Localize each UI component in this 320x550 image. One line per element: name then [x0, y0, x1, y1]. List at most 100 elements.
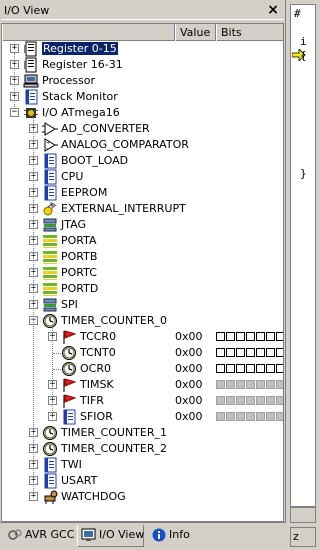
bit-checkbox[interactable]	[246, 364, 255, 373]
tab-label: AVR GCC	[25, 528, 75, 541]
tree-item-label[interactable]: PORTC	[61, 266, 97, 279]
bit-checkbox[interactable]	[236, 332, 245, 341]
tree-row[interactable]: + AD_CONVERTER	[2, 121, 283, 137]
bit-checkbox[interactable]	[256, 332, 265, 341]
tree-item-label[interactable]: USART	[61, 474, 97, 487]
tree-row[interactable]: + TIMER_COUNTER_1	[2, 425, 283, 441]
tree-row[interactable]: + TIFR 0x00	[2, 393, 283, 409]
tree-row[interactable]: + PORTB	[2, 249, 283, 265]
tree-item-label[interactable]: WATCHDOG	[61, 490, 126, 503]
tree-row[interactable]: + PORTC	[2, 265, 283, 281]
bit-checkbox[interactable]	[216, 364, 225, 373]
tree-item-label[interactable]: TIFR	[80, 394, 104, 407]
tree-item-label[interactable]: SPI	[61, 298, 78, 311]
horizontal-scrollbar[interactable]	[290, 507, 316, 523]
bit-checkbox[interactable]	[216, 348, 225, 357]
tree-item-label[interactable]: I/O ATmega16	[42, 106, 120, 119]
register-value[interactable]: 0x00	[175, 330, 203, 343]
bit-checkbox[interactable]	[266, 332, 275, 341]
bit-checkbox[interactable]	[226, 332, 235, 341]
bit-checkbox[interactable]	[266, 364, 275, 373]
io-tree[interactable]: Value Bits + Register 0-15 + Register 16-31…	[1, 23, 284, 522]
tree-item-label[interactable]: TIMER_COUNTER_1	[61, 426, 167, 439]
tree-row[interactable]: + Register 16-31	[2, 57, 283, 73]
tree-item-label[interactable]: Register 0-15	[42, 42, 118, 55]
tree-item-label[interactable]: Processor	[42, 74, 95, 87]
bit-checkbox	[216, 380, 225, 389]
bit-checkbox[interactable]	[256, 348, 265, 357]
editor-file-tab[interactable]: z	[290, 527, 316, 547]
tree-row[interactable]: + Stack Monitor	[2, 89, 283, 105]
tree-row[interactable]: − TIMER_COUNTER_0	[2, 313, 283, 329]
source-editor[interactable]: # i { }	[290, 4, 316, 507]
collapse-icon[interactable]: −	[10, 108, 19, 117]
bit-checkbox[interactable]	[276, 348, 283, 357]
tree-row[interactable]: + USART	[2, 473, 283, 489]
tree-row[interactable]: + TIMER_COUNTER_2	[2, 441, 283, 457]
tree-item-label[interactable]: Register 16-31	[42, 58, 123, 71]
bit-checkbox[interactable]	[226, 348, 235, 357]
tree-row[interactable]: + EXTERNAL_INTERRUPT	[2, 201, 283, 217]
tree-row[interactable]: + EEPROM	[2, 185, 283, 201]
tree-row[interactable]: OCR0 0x00	[2, 361, 283, 377]
column-name[interactable]	[2, 24, 175, 41]
tree-item-label[interactable]: TIMSK	[80, 378, 114, 391]
tree-row[interactable]: + PORTA	[2, 233, 283, 249]
tree-row[interactable]: + WATCHDOG	[2, 489, 283, 505]
bit-checkbox[interactable]	[216, 332, 225, 341]
tree-item-label[interactable]: SFIOR	[80, 410, 113, 423]
expand-icon[interactable]: +	[10, 44, 19, 53]
register-value[interactable]: 0x00	[175, 362, 203, 375]
tree-row[interactable]: + SPI	[2, 297, 283, 313]
bit-checkbox[interactable]	[236, 348, 245, 357]
tree-item-label[interactable]: TIMER_COUNTER_0	[61, 314, 167, 327]
tree-item-label[interactable]: TWI	[61, 458, 82, 471]
tab-avr-gcc[interactable]: AVR GCC	[4, 525, 76, 547]
bit-checkbox[interactable]	[276, 364, 283, 373]
bit-checkbox[interactable]	[236, 364, 245, 373]
tab-io-view[interactable]: I/O View	[77, 525, 144, 547]
tree-row[interactable]: + CPU	[2, 169, 283, 185]
register-value[interactable]: 0x00	[175, 394, 203, 407]
tree-item-label[interactable]: Stack Monitor	[42, 90, 118, 103]
tree-item-label[interactable]: JTAG	[61, 218, 86, 231]
close-icon[interactable]: ×	[267, 1, 279, 19]
bit-checkbox[interactable]	[256, 364, 265, 373]
tree-row[interactable]: + BOOT_LOAD	[2, 153, 283, 169]
tree-item-label[interactable]: TCNT0	[80, 346, 116, 359]
tree-row[interactable]: + JTAG	[2, 217, 283, 233]
register-value[interactable]: 0x00	[175, 346, 203, 359]
register-value[interactable]: 0x00	[175, 410, 203, 423]
tree-item-label[interactable]: PORTB	[61, 250, 97, 263]
tree-row[interactable]: + + - ANALOG_COMPARATOR	[2, 137, 283, 153]
tree-row[interactable]: + TIMSK 0x00	[2, 377, 283, 393]
bit-checkbox[interactable]	[226, 364, 235, 373]
tree-row[interactable]: − I/O ATmega16	[2, 105, 283, 121]
tree-item-label[interactable]: EXTERNAL_INTERRUPT	[61, 202, 186, 215]
bit-checkbox[interactable]	[246, 332, 255, 341]
tree-item-label[interactable]: ANALOG_COMPARATOR	[61, 138, 189, 151]
bit-checkbox[interactable]	[266, 348, 275, 357]
tree-row[interactable]: + TCCR0 0x00	[2, 329, 283, 345]
register-value[interactable]: 0x00	[175, 378, 203, 391]
tree-item-label[interactable]: TCCR0	[80, 330, 116, 343]
tree-row[interactable]: + PORTD	[2, 281, 283, 297]
column-value[interactable]: Value	[175, 24, 216, 41]
tree-row[interactable]: + TWI	[2, 457, 283, 473]
bit-checkbox[interactable]	[246, 348, 255, 357]
tree-item-label[interactable]: TIMER_COUNTER_2	[61, 442, 167, 455]
tree-item-label[interactable]: AD_CONVERTER	[61, 122, 150, 135]
tree-row[interactable]: TCNT0 0x00	[2, 345, 283, 361]
tree-item-label[interactable]: CPU	[61, 170, 83, 183]
tree-row[interactable]: + SFIOR 0x00	[2, 409, 283, 425]
tab-info[interactable]: Info	[148, 525, 198, 547]
tree-item-label[interactable]: OCR0	[80, 362, 111, 375]
tree-item-label[interactable]: PORTD	[61, 282, 98, 295]
tree-item-label[interactable]: PORTA	[61, 234, 97, 247]
tree-row[interactable]: + Processor	[2, 73, 283, 89]
tree-item-label[interactable]: BOOT_LOAD	[61, 154, 128, 167]
column-bits[interactable]: Bits	[216, 24, 283, 41]
tree-item-label[interactable]: EEPROM	[61, 186, 107, 199]
tree-row[interactable]: + Register 0-15	[2, 41, 283, 57]
bit-checkbox[interactable]	[276, 332, 283, 341]
